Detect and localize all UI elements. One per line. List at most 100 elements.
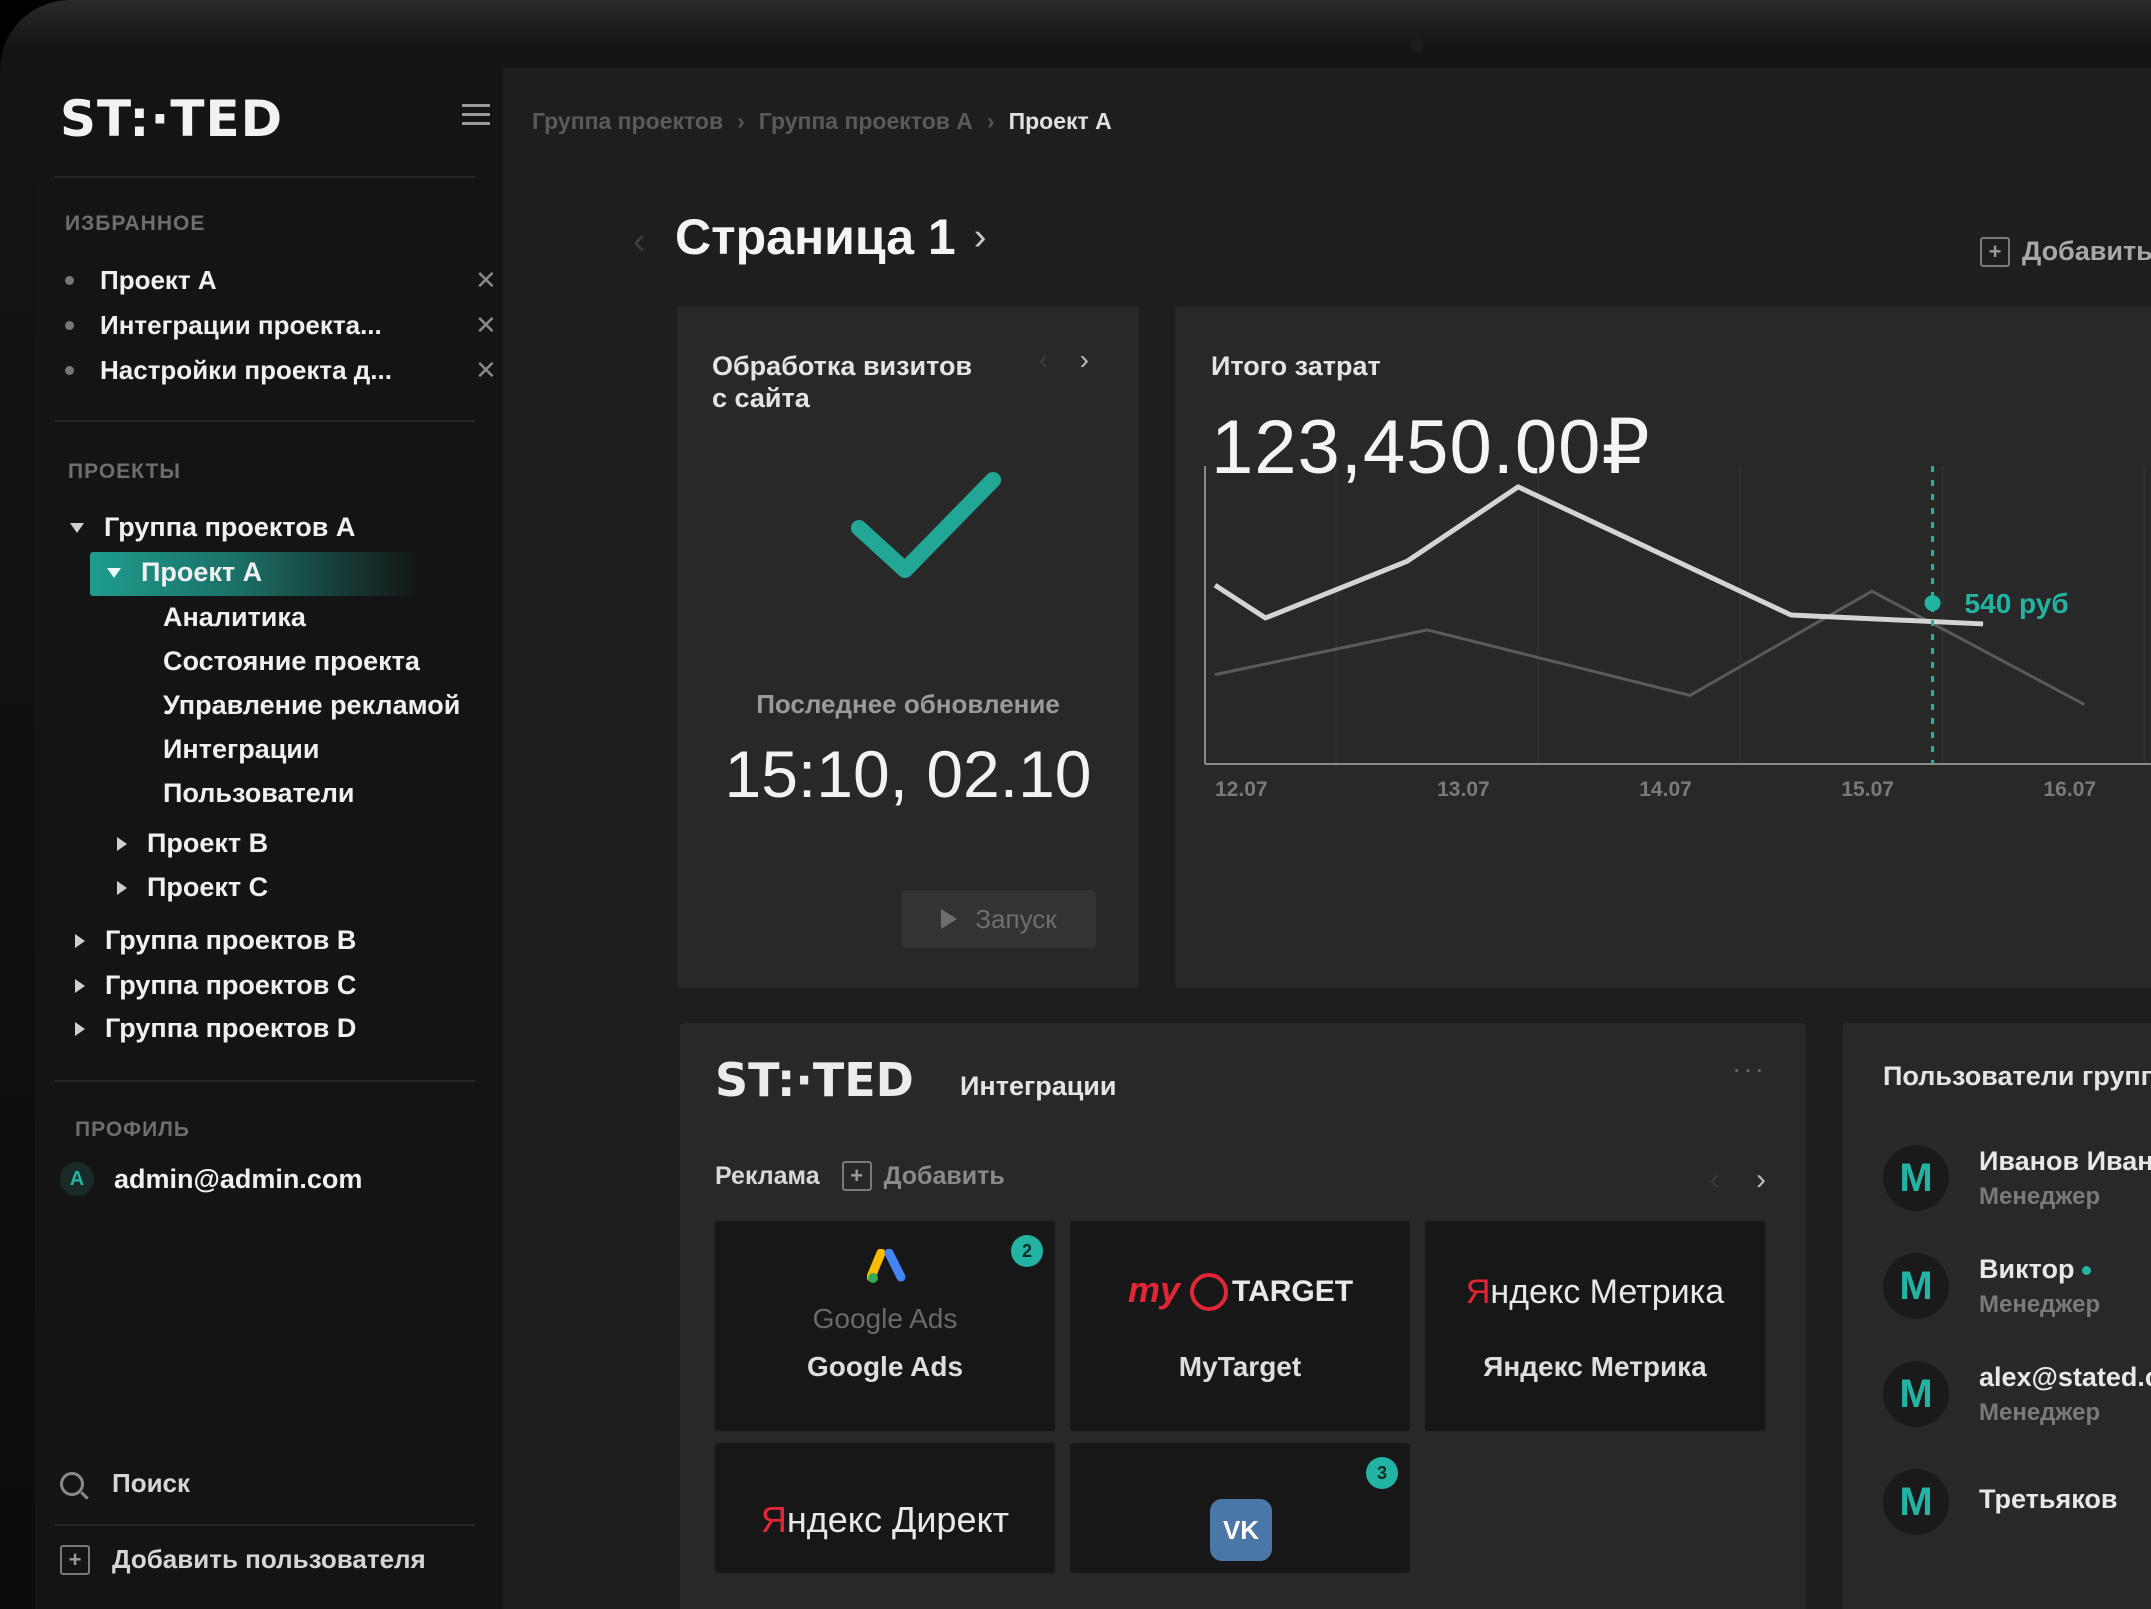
- tree-label: Управление рекламой: [163, 690, 461, 720]
- breadcrumb-item[interactable]: Группа проектов: [532, 108, 723, 135]
- favorite-label: Проект А: [100, 264, 217, 295]
- yandex-direct-logo: Яндекс Директ: [715, 1499, 1055, 1541]
- tree-project-c[interactable]: Проект С: [117, 872, 268, 903]
- tree-group-b[interactable]: Группа проектов В: [75, 925, 356, 956]
- add-user-label: Добавить пользователя: [112, 1544, 426, 1574]
- yandex-letter: Я: [1465, 1273, 1491, 1311]
- users-title: Пользователи групп: [1883, 1061, 2151, 1091]
- tree-item-ads-management[interactable]: Управление рекламой: [163, 690, 460, 721]
- integration-tile-vk[interactable]: VK 3: [1070, 1443, 1410, 1573]
- avatar: M: [1881, 1467, 1951, 1537]
- visits-card: Обработка визитов с сайта ‹ › Последнее …: [677, 306, 1139, 988]
- tree-label: Группа проектов D: [105, 1013, 357, 1043]
- camera: [1410, 38, 1424, 52]
- mytarget-logo-right: TARGET: [1232, 1275, 1354, 1308]
- tree-item-users[interactable]: Пользователи: [163, 778, 354, 809]
- user-name: Виктор: [1979, 1253, 2075, 1284]
- tree-group-a[interactable]: Группа проектов А: [70, 512, 355, 543]
- collapsed-icon: [75, 933, 85, 948]
- integration-tile-yandex-direct[interactable]: Яндекс Директ: [715, 1443, 1055, 1573]
- tree-group-d[interactable]: Группа проектов D: [75, 1013, 356, 1044]
- sidebar-header: ST:·TED: [60, 90, 490, 160]
- page-title-row: ‹ Страница 1 ›: [633, 208, 987, 266]
- favorite-item[interactable]: Проект А ✕: [65, 260, 505, 300]
- favorite-label: Интеграции проекта...: [100, 309, 382, 340]
- hamburger-menu-icon[interactable]: [462, 104, 490, 128]
- sidebar: ST:·TED ИЗБРАННОЕ Проект А ✕ Интеграции …: [35, 68, 503, 1609]
- add-integration-button[interactable]: + Добавить: [841, 1161, 1005, 1191]
- tree-item-integrations[interactable]: Интеграции: [163, 734, 320, 765]
- divider: [55, 1080, 475, 1082]
- next-page-icon[interactable]: ›: [974, 216, 987, 259]
- user-role: Менеджер: [1979, 1290, 2101, 1318]
- google-ads-wordmark: Google Ads: [812, 1303, 958, 1334]
- breadcrumb-current: Проект А: [1008, 108, 1112, 134]
- google-ads-icon: [867, 1249, 906, 1283]
- yandex-wordmark: ндекс Метрика: [1490, 1273, 1725, 1311]
- integrations-card: ST:·TED Интеграции ··· Реклама + Добавит…: [680, 1023, 1806, 1609]
- tile-name: MyTarget: [1178, 1351, 1302, 1382]
- x-tick-label: 15.07: [1841, 778, 1894, 801]
- chevron-right-icon[interactable]: ›: [1080, 344, 1089, 375]
- search-button[interactable]: Поиск: [60, 1468, 190, 1499]
- remove-favorite-icon[interactable]: ✕: [475, 265, 497, 296]
- avatar: M: [1881, 1143, 1951, 1213]
- user-row[interactable]: M Иванов Иван Менеджер: [1881, 1143, 2151, 1213]
- plus-icon: +: [60, 1544, 90, 1575]
- x-tick-label: 12.07: [1215, 778, 1268, 801]
- user-row[interactable]: M Виктор Менеджер: [1881, 1251, 2100, 1321]
- tree-label: Пользователи: [163, 778, 355, 808]
- bullet-icon: [65, 275, 74, 285]
- user-role: Менеджер: [1979, 1398, 2101, 1426]
- prev-page-icon[interactable]: ‹: [633, 220, 646, 263]
- chevron-right-icon: ›: [986, 108, 995, 134]
- divider: [55, 420, 475, 422]
- run-button[interactable]: Запуск: [902, 890, 1096, 948]
- add-user-button[interactable]: + Добавить пользователя: [60, 1544, 426, 1575]
- profile-row[interactable]: A admin@admin.com: [60, 1162, 362, 1196]
- cost-line-chart[interactable]: 540 руб 12.07 13.07 14.07 15.07 16.07: [1175, 306, 2151, 988]
- app-logo[interactable]: ST:·TED: [60, 90, 283, 148]
- tree-label: Группа проектов А: [104, 512, 356, 542]
- chevron-right-icon[interactable]: ›: [1756, 1163, 1766, 1196]
- tree-label: Группа проектов В: [105, 925, 357, 955]
- series-line: [1213, 484, 1984, 627]
- breadcrumb-item[interactable]: Группа проектов А: [759, 108, 973, 135]
- favorite-item[interactable]: Настройки проекта д... ✕: [65, 350, 505, 390]
- user-name: alex@stated.c: [1979, 1361, 2151, 1392]
- expanded-icon: [70, 522, 84, 533]
- integration-tile-yandex-metrika[interactable]: Яндекс Метрика Яндекс Метрика: [1425, 1221, 1765, 1431]
- card-nav: ‹ ›: [1039, 344, 1089, 376]
- favorite-item[interactable]: Интеграции проекта... ✕: [65, 305, 505, 345]
- user-row[interactable]: M Третьяков: [1881, 1467, 2117, 1537]
- chevron-left-icon[interactable]: ‹: [1710, 1163, 1720, 1196]
- tile-name: Google Ads: [806, 1351, 964, 1382]
- tree-group-c[interactable]: Группа проектов С: [75, 970, 356, 1001]
- tree-label: Проект С: [147, 872, 269, 902]
- plus-icon: +: [841, 1161, 872, 1191]
- remove-favorite-icon[interactable]: ✕: [475, 310, 497, 341]
- tree-project-a[interactable]: Проект А: [107, 557, 262, 588]
- bullet-icon: [65, 320, 74, 330]
- tree-project-b[interactable]: Проект В: [117, 828, 268, 859]
- play-icon: [941, 909, 958, 929]
- x-tick-label: 16.07: [2044, 778, 2097, 801]
- chevron-left-icon[interactable]: ‹: [1039, 344, 1048, 375]
- integration-tile-mytarget[interactable]: my TARGET MyTarget: [1070, 1221, 1410, 1431]
- user-row[interactable]: M alex@stated.c Менеджер: [1881, 1359, 2151, 1429]
- ads-section-header: Реклама + Добавить: [715, 1161, 1005, 1191]
- avatar: M: [1881, 1359, 1951, 1429]
- highlight-label: 540 руб: [1965, 588, 2069, 619]
- tree-item-project-state[interactable]: Состояние проекта: [163, 646, 420, 677]
- tree-label: Аналитика: [163, 602, 306, 632]
- more-options-icon[interactable]: ···: [1732, 1053, 1766, 1085]
- projects-title: ПРОЕКТЫ: [68, 460, 181, 483]
- app-screen: ST:·TED ИЗБРАННОЕ Проект А ✕ Интеграции …: [35, 68, 2151, 1609]
- integration-tile-google-ads[interactable]: Google Ads Google Ads 2: [715, 1221, 1055, 1431]
- checkmark-icon: [851, 472, 1001, 578]
- divider: [55, 1524, 475, 1526]
- divider: [55, 176, 475, 178]
- tree-item-analytics[interactable]: Аналитика: [163, 602, 306, 633]
- add-widget-button[interactable]: + Добавить: [1980, 236, 2151, 267]
- remove-favorite-icon[interactable]: ✕: [475, 355, 497, 386]
